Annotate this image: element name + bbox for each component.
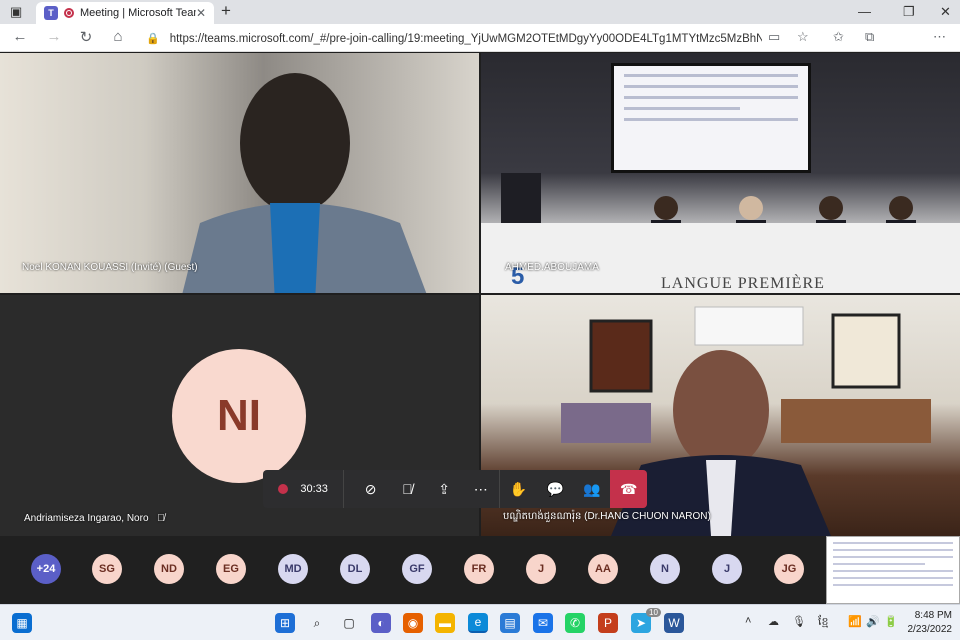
file-explorer-icon[interactable]: ▬: [435, 613, 455, 633]
participant-avatar[interactable]: SG: [92, 554, 122, 584]
tab-title: Meeting | Microsoft Teams: [80, 7, 196, 19]
teams-icon: T: [44, 6, 58, 20]
clock-time: 8:48 PM: [914, 610, 952, 621]
edge-icon[interactable]: e: [468, 613, 488, 633]
battery-icon[interactable]: 🔋: [884, 615, 898, 628]
minimize-icon[interactable]: —: [858, 4, 871, 19]
firefox-icon[interactable]: ◉: [403, 613, 423, 633]
volume-icon[interactable]: 🔊: [866, 615, 880, 628]
windows-taskbar: ▦ ⊞ ⌕ ▢ ◐ ◉ ▬ e ▤ ✉ ✆ P ➤ 10 W ˄ ☁ 🎙 ខ្ម…: [0, 604, 960, 640]
mic-tray-icon[interactable]: 🎙: [792, 615, 806, 628]
call-timer: 30:33: [300, 483, 328, 495]
browser-tab-bar: ▣ T Meeting | Microsoft Teams ✕ + — ❐ ✕: [0, 0, 960, 24]
participant-avatar[interactable]: J: [712, 554, 742, 584]
recording-indicator-icon: [64, 8, 74, 18]
wifi-icon[interactable]: 📶: [848, 615, 862, 628]
word-icon[interactable]: W: [664, 613, 684, 633]
participant-strip: +24 SG ND EG MD DL GF FR J AA N J JG: [0, 536, 960, 604]
participant-avatar[interactable]: ND: [154, 554, 184, 584]
home-icon[interactable]: ⌂: [104, 28, 132, 45]
whatsapp-icon[interactable]: ✆: [565, 613, 585, 633]
camera-icon[interactable]: ▭: [768, 29, 780, 45]
participant-avatar[interactable]: GF: [402, 554, 432, 584]
tab-meeting[interactable]: T Meeting | Microsoft Teams ✕: [36, 2, 214, 24]
avatar: NI: [172, 349, 306, 483]
window-close-icon[interactable]: ✕: [940, 4, 951, 20]
powerpoint-icon[interactable]: P: [598, 613, 618, 633]
tray-chevron-icon[interactable]: ˄: [745, 615, 751, 627]
participant-name: Andriamiseza Ingarao, Noro: [24, 513, 149, 524]
video-stage: Noel KONAN KOUASSI (Invité) (Guest) 5 LA…: [0, 53, 960, 536]
call-controls: 30:33 ⊘ 🎙̸ ⇪ ⋯ ✋ 💬 👥 ☎: [263, 470, 648, 508]
new-tab-button[interactable]: +: [221, 1, 231, 21]
clock[interactable]: 8:48 PM 2/23/2022: [908, 609, 953, 637]
tab-actions-icon[interactable]: ▣: [10, 4, 22, 20]
video-tile-2[interactable]: 5 LANGUE PREMIÈRE AHMED.ABOUJAMA: [481, 53, 960, 293]
search-icon[interactable]: ⌕: [307, 613, 327, 633]
chat-button[interactable]: 💬: [537, 470, 574, 508]
clock-date: 2/23/2022: [907, 624, 953, 635]
maximize-icon[interactable]: ❐: [903, 4, 915, 20]
mic-off-button[interactable]: 🎙̸: [389, 470, 426, 508]
lock-icon: 🔒: [146, 33, 160, 45]
video-tile-1[interactable]: Noel KONAN KOUASSI (Invité) (Guest): [0, 53, 479, 293]
start-icon[interactable]: ⊞: [275, 613, 295, 633]
recording-status: 30:33: [263, 470, 345, 508]
share-screen-button[interactable]: ⇪: [426, 470, 463, 508]
participant-avatar[interactable]: EG: [216, 554, 246, 584]
store-icon[interactable]: ▤: [500, 613, 520, 633]
refresh-icon[interactable]: ↻: [72, 28, 100, 46]
participant-avatar[interactable]: N: [650, 554, 680, 584]
keyboard-language-icon[interactable]: ខ្មែ: [818, 615, 828, 631]
shared-content-thumbnail[interactable]: [826, 536, 960, 604]
participant-name: AHMED.ABOUJAMA: [505, 262, 599, 273]
participant-avatar[interactable]: FR: [464, 554, 494, 584]
conference-table: 5 LANGUE PREMIÈRE: [481, 223, 960, 293]
back-icon[interactable]: ←: [6, 28, 34, 45]
recording-dot-icon: [278, 484, 289, 494]
notification-badge: 10: [646, 608, 661, 617]
task-view-icon[interactable]: ▢: [339, 613, 359, 633]
participant-name: Noel KONAN KOUASSI (Invité) (Guest): [22, 262, 198, 273]
more-icon[interactable]: ⋯: [933, 29, 946, 45]
teams-chat-icon[interactable]: ◐: [371, 613, 391, 633]
participant-avatar[interactable]: J: [526, 554, 556, 584]
mail-icon[interactable]: ✉: [533, 613, 553, 633]
participants-button[interactable]: 👥: [574, 470, 611, 508]
tab-close-icon[interactable]: ✕: [196, 6, 206, 20]
address-bar: ← → ↻ ⌂ 🔒 https://teams.microsoft.com/_#…: [0, 24, 960, 71]
widgets-icon[interactable]: ▦: [12, 613, 32, 633]
raise-hand-button[interactable]: ✋: [500, 470, 537, 508]
url-text: https://teams.microsoft.com/_#/pre-join-…: [169, 32, 762, 45]
hang-up-button[interactable]: ☎: [610, 470, 648, 508]
participant-avatar[interactable]: DL: [340, 554, 370, 584]
more-actions-button[interactable]: ⋯: [462, 470, 499, 508]
favorites-icon[interactable]: ✩: [833, 29, 844, 45]
url-field[interactable]: 🔒 https://teams.microsoft.com/_#/pre-joi…: [146, 30, 762, 47]
session-banner: LANGUE PREMIÈRE: [661, 275, 825, 292]
participant-avatar[interactable]: MD: [278, 554, 308, 584]
participant-name: បណ្ឌិតហង់ជួនណារ៉ុន (Dr.HANG CHUON NARON): [503, 511, 711, 522]
mic-off-icon: 🎙̸: [157, 513, 165, 524]
participant-name-row: Andriamiseza Ingarao, Noro 🎙̸: [24, 513, 165, 524]
favorite-add-icon[interactable]: ☆: [797, 29, 809, 45]
cloud-icon[interactable]: ☁: [768, 615, 779, 628]
participant-avatar[interactable]: JG: [774, 554, 804, 584]
collections-icon[interactable]: ⧉: [865, 29, 874, 45]
forward-icon[interactable]: →: [40, 28, 68, 45]
participant-avatar[interactable]: AA: [588, 554, 618, 584]
camera-off-button[interactable]: ⊘: [352, 470, 389, 508]
more-participants-button[interactable]: +24: [31, 554, 61, 584]
participant-video: [182, 73, 427, 293]
